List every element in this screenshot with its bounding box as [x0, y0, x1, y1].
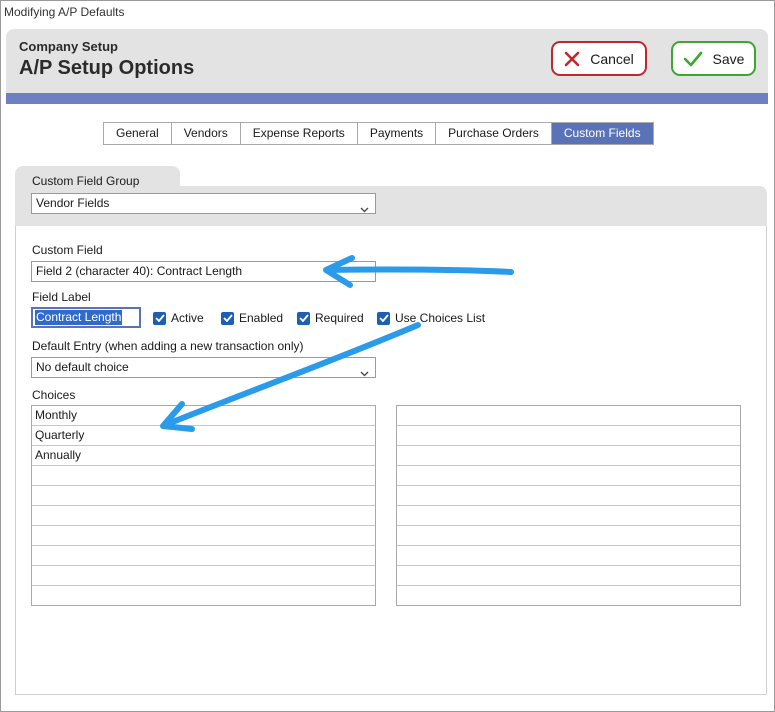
tab-general[interactable]: General	[104, 123, 172, 144]
default-entry-label: Default Entry (when adding a new transac…	[32, 339, 304, 353]
choice-row[interactable]	[32, 486, 375, 506]
custom-field-group-label: Custom Field Group	[32, 174, 140, 188]
custom-field-group-value: Vendor Fields	[36, 196, 110, 210]
active-checkbox[interactable]: Active	[153, 311, 204, 325]
custom-field-value: Field 2 (character 40): Contract Length	[36, 264, 243, 278]
use-choices-list-checkbox-label: Use Choices List	[395, 311, 486, 325]
chevron-down-icon	[360, 200, 369, 219]
required-checkbox-label: Required	[315, 311, 364, 325]
window-title: Modifying A/P Defaults	[4, 5, 125, 19]
tab-bar: General Vendors Expense Reports Payments…	[103, 122, 654, 145]
checkbox-checked-icon	[221, 311, 234, 325]
custom-field-select[interactable]: Field 2 (character 40): Contract Length	[31, 261, 376, 282]
save-button-label: Save	[712, 50, 745, 67]
choice-row[interactable]	[32, 466, 375, 486]
choice-row[interactable]	[32, 586, 375, 606]
choice-row[interactable]: Annually	[32, 446, 375, 466]
checkbox-checked-icon	[377, 311, 390, 325]
required-checkbox[interactable]: Required	[297, 311, 364, 325]
tab-custom-fields[interactable]: Custom Fields	[551, 123, 653, 144]
choice-row[interactable]	[32, 546, 375, 566]
choice-row[interactable]	[397, 586, 740, 606]
choice-row[interactable]	[397, 526, 740, 546]
custom-field-label: Custom Field	[32, 243, 103, 257]
choice-row[interactable]	[32, 506, 375, 526]
choices-label: Choices	[32, 388, 76, 402]
choice-row[interactable]	[397, 546, 740, 566]
enabled-checkbox-label: Enabled	[239, 311, 284, 325]
choice-row[interactable]	[397, 506, 740, 526]
choice-row[interactable]	[397, 466, 740, 486]
enabled-checkbox[interactable]: Enabled	[221, 311, 283, 325]
choice-row[interactable]: Quarterly	[32, 426, 375, 446]
choices-grid-right	[396, 405, 741, 606]
choice-row[interactable]	[397, 426, 740, 446]
choice-row[interactable]	[397, 566, 740, 586]
close-icon	[564, 51, 580, 67]
page-title: A/P Setup Options	[19, 57, 195, 79]
default-entry-select[interactable]: No default choice	[31, 357, 376, 378]
choice-row[interactable]: Monthly	[32, 406, 375, 426]
checkbox-checked-icon	[153, 311, 166, 325]
chevron-down-icon	[360, 364, 369, 383]
active-checkbox-label: Active	[171, 311, 204, 325]
cancel-button[interactable]: Cancel	[551, 41, 647, 76]
field-label-caption: Field Label	[32, 290, 91, 304]
save-button[interactable]: Save	[671, 41, 756, 76]
checkbox-checked-icon	[297, 311, 310, 325]
checkmark-icon	[683, 51, 703, 67]
choice-row[interactable]	[397, 486, 740, 506]
tab-payments[interactable]: Payments	[357, 123, 437, 144]
choices-grid-left: Monthly Quarterly Annually	[31, 405, 376, 606]
header-panel: Company Setup A/P Setup Options Cancel S…	[6, 29, 768, 104]
custom-field-group-select[interactable]: Vendor Fields	[31, 193, 376, 214]
tab-vendors[interactable]: Vendors	[171, 123, 241, 144]
choice-row[interactable]	[32, 526, 375, 546]
choice-row[interactable]	[397, 406, 740, 426]
choice-row[interactable]	[32, 566, 375, 586]
tab-purchase-orders[interactable]: Purchase Orders	[436, 123, 552, 144]
choice-row[interactable]	[397, 446, 740, 466]
page-subtitle: Company Setup	[19, 39, 118, 54]
field-label-input[interactable]: Contract Length	[31, 307, 141, 328]
field-label-value: Contract Length	[35, 310, 123, 325]
default-entry-value: No default choice	[36, 360, 129, 374]
tab-expense-reports[interactable]: Expense Reports	[240, 123, 358, 144]
use-choices-list-checkbox[interactable]: Use Choices List	[377, 311, 485, 325]
cancel-button-label: Cancel	[590, 50, 634, 67]
